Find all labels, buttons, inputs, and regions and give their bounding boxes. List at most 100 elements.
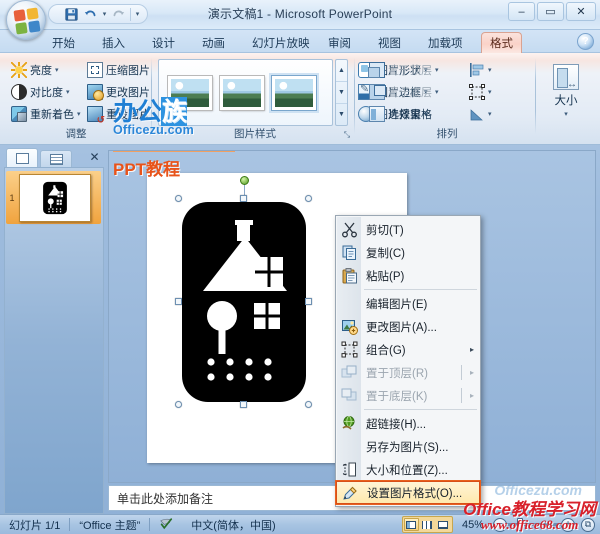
- compress-icon: [87, 62, 103, 78]
- resize-handle-e[interactable]: [305, 298, 312, 305]
- menu-item-paste[interactable]: 粘贴(P): [336, 264, 480, 287]
- scroll-up-icon[interactable]: ▲: [336, 60, 347, 82]
- chevron-down-icon[interactable]: ▾: [564, 110, 568, 118]
- theme-name[interactable]: “Office 主题”: [70, 517, 149, 533]
- menu-item-size-and-position[interactable]: 大小和位置(Z)...: [336, 458, 480, 481]
- picture-styles-dialog-launcher[interactable]: ⤡: [342, 130, 352, 140]
- recolor-button[interactable]: 重新着色 ▾: [8, 104, 84, 124]
- change-picture-icon: [87, 84, 104, 101]
- title-bar: ▾ ▾ 演示文稿1 - Microsoft PowerPoint – ▭ ✕: [0, 0, 600, 40]
- send-back-icon: [341, 387, 358, 404]
- menu-item-send-to-back[interactable]: 置于底层(K) ▸: [336, 384, 480, 407]
- chevron-down-icon[interactable]: ▾: [55, 66, 59, 74]
- menu-item-bring-to-front[interactable]: 置于顶层(R) ▸: [336, 361, 480, 384]
- tab-format[interactable]: 格式: [481, 32, 522, 53]
- help-icon[interactable]: ?: [577, 33, 594, 50]
- chevron-down-icon[interactable]: ▾: [488, 110, 492, 118]
- language-indicator[interactable]: 中文(简体，中国): [182, 517, 284, 533]
- spellcheck-icon[interactable]: [150, 517, 182, 533]
- tab-addins[interactable]: 加载项: [420, 32, 471, 53]
- context-menu: 剪切(T) 复制(C) 粘贴(P) 编辑图片(E) 更改图片(A)... 组合(…: [335, 215, 481, 507]
- fit-to-window-button[interactable]: ⧉: [581, 517, 595, 532]
- tab-animations[interactable]: 动画: [194, 32, 233, 53]
- close-button[interactable]: ✕: [566, 2, 596, 21]
- chevron-down-icon[interactable]: ▾: [435, 66, 439, 74]
- selection-pane-label: 选择窗格: [388, 109, 432, 121]
- resize-handle-n[interactable]: [240, 195, 247, 202]
- zoom-slider-thumb[interactable]: [517, 518, 523, 531]
- chevron-down-icon[interactable]: ▾: [435, 88, 439, 96]
- menu-item-label: 剪切(T): [366, 224, 404, 237]
- rotate-button[interactable]: ▾: [466, 104, 495, 124]
- slide-thumbnail-item[interactable]: 1: [6, 171, 101, 224]
- slide-sorter-button[interactable]: [420, 518, 435, 531]
- menu-item-group[interactable]: 组合(G) ▸: [336, 338, 480, 361]
- gallery-scrollbar[interactable]: ▲ ▼ ▼: [335, 59, 348, 126]
- slide-thumbnail-preview[interactable]: [19, 173, 91, 222]
- menu-item-hyperlink[interactable]: 超链接(H)...: [336, 412, 480, 435]
- picture-style-option[interactable]: [272, 75, 316, 110]
- resize-handle-se[interactable]: [305, 401, 312, 408]
- align-button[interactable]: ▾: [466, 60, 495, 80]
- tab-design[interactable]: 设计: [144, 32, 183, 53]
- chevron-down-icon[interactable]: ▾: [488, 66, 492, 74]
- rotate-handle[interactable]: [240, 176, 249, 185]
- scroll-down-icon[interactable]: ▼: [336, 82, 347, 104]
- chevron-down-icon[interactable]: ▾: [488, 88, 492, 96]
- group-label-arrange: 排列: [436, 128, 458, 140]
- resize-handle-ne[interactable]: [305, 195, 312, 202]
- resize-handle-sw[interactable]: [175, 401, 182, 408]
- tab-view[interactable]: 视图: [370, 32, 409, 53]
- picture-styles-gallery[interactable]: [158, 59, 333, 126]
- resize-handle-w[interactable]: [175, 298, 182, 305]
- size-button[interactable]: 大小 ▾: [544, 60, 588, 126]
- tab-review[interactable]: 审阅: [320, 32, 359, 53]
- picture-style-option[interactable]: [220, 75, 264, 110]
- slide-counter: 幻灯片 1/1: [9, 519, 61, 532]
- maximize-button[interactable]: ▭: [537, 2, 564, 21]
- tab-slideshow[interactable]: 幻灯片放映: [244, 32, 318, 53]
- tab-home[interactable]: 开始: [44, 32, 83, 53]
- bring-to-front-button[interactable]: 置于顶层 ▾: [366, 60, 442, 80]
- gallery-more-icon[interactable]: ▼: [336, 104, 347, 125]
- zoom-slider[interactable]: [507, 518, 561, 531]
- zoom-in-button[interactable]: +: [561, 517, 575, 532]
- change-picture-button[interactable]: 更改图片: [84, 82, 153, 102]
- tab-insert[interactable]: 插入: [94, 32, 133, 53]
- office-button[interactable]: [6, 0, 46, 40]
- group-button[interactable]: ▾: [466, 82, 495, 102]
- slideshow-button[interactable]: [436, 518, 451, 531]
- slides-tab[interactable]: [6, 148, 38, 167]
- menu-item-label: 设置图片格式(O)...: [367, 487, 463, 500]
- minimize-button[interactable]: –: [508, 2, 535, 21]
- chevron-down-icon[interactable]: ▾: [77, 110, 81, 118]
- slide-thumbnail-list[interactable]: 1: [4, 167, 104, 514]
- normal-view-button[interactable]: [403, 518, 419, 531]
- picture-style-option[interactable]: [168, 75, 212, 110]
- ribbon-group-adjust: 亮度 ▾ 对比度 ▾ 重新着色 ▾ 压缩图片 更改图片 ↺ 重设图片 调整: [0, 54, 152, 142]
- menu-item-edit-picture[interactable]: 编辑图片(E): [336, 292, 480, 315]
- reset-picture-button[interactable]: 重设图片: [84, 104, 153, 126]
- send-to-back-button[interactable]: 置于底层 ▾: [366, 82, 442, 102]
- contrast-button[interactable]: 对比度 ▾: [8, 82, 73, 102]
- menu-item-save-as-picture[interactable]: 另存为图片(S)...: [336, 435, 480, 458]
- house-picture-art: [182, 202, 306, 402]
- chevron-down-icon[interactable]: ▾: [66, 88, 70, 96]
- menu-item-format-picture[interactable]: 设置图片格式(O)...: [335, 480, 481, 505]
- menu-item-change-picture[interactable]: 更改图片(A)...: [336, 315, 480, 338]
- menu-item-cut[interactable]: 剪切(T): [336, 218, 480, 241]
- close-pane-icon[interactable]: ✕: [87, 149, 102, 164]
- brightness-button[interactable]: 亮度 ▾: [8, 60, 62, 80]
- zoom-out-button[interactable]: −: [493, 517, 507, 532]
- compress-pictures-button[interactable]: 压缩图片: [84, 60, 153, 80]
- menu-item-copy[interactable]: 复制(C): [336, 241, 480, 264]
- group-divider: [535, 58, 536, 134]
- selected-picture[interactable]: [175, 176, 312, 408]
- outline-tab[interactable]: [40, 150, 72, 167]
- selection-pane-button[interactable]: 选择窗格: [366, 104, 435, 124]
- resize-handle-s[interactable]: [240, 401, 247, 408]
- menu-item-label: 大小和位置(Z)...: [366, 464, 448, 477]
- resize-handle-nw[interactable]: [175, 195, 182, 202]
- zoom-level[interactable]: 45%: [453, 519, 493, 531]
- slides-pane: ✕ 1: [4, 148, 104, 514]
